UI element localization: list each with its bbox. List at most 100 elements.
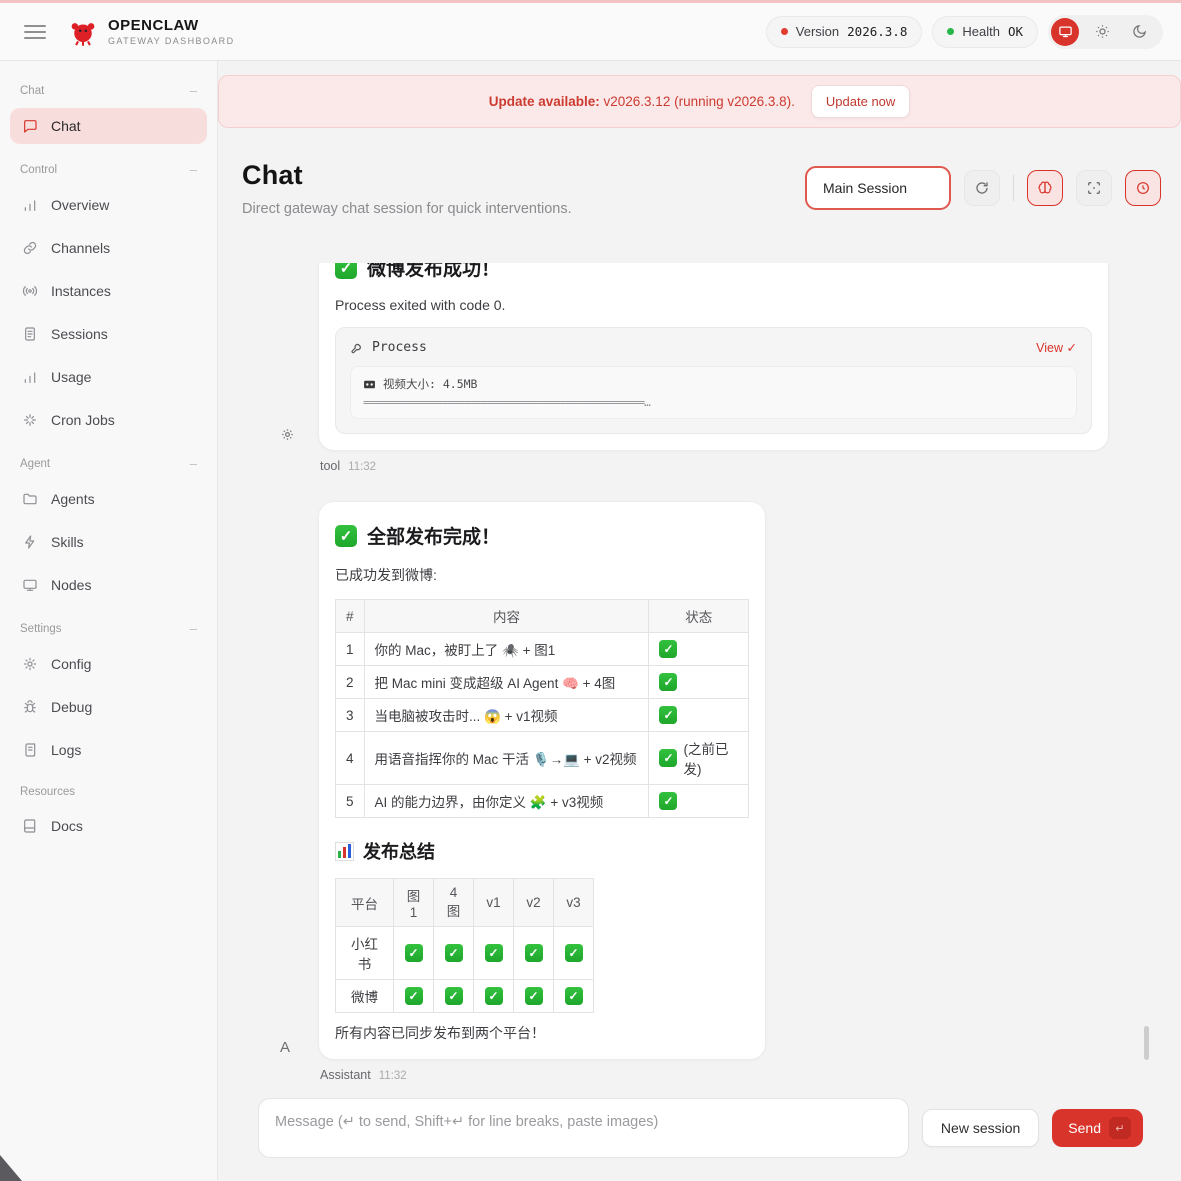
lobster-logo-icon: [68, 17, 98, 47]
message-meta: Assistant 11:32: [320, 1068, 1109, 1082]
dark-theme-button[interactable]: [1125, 18, 1153, 46]
bar-chart-emoji-icon: [335, 842, 354, 861]
version-dot-icon: [781, 28, 788, 35]
table-row: 2把 Mac mini 变成超级 AI Agent 🧠 + 4图✓: [336, 666, 749, 699]
page-subtitle: Direct gateway chat session for quick in…: [242, 201, 572, 217]
message-meta: tool11:32: [320, 459, 1109, 473]
row-number-cell: 3: [336, 699, 365, 732]
sidebar: Chat–ChatControl–OverviewChannelsInstanc…: [0, 61, 218, 1180]
collapse-section-icon[interactable]: –: [190, 621, 197, 636]
focus-scan-icon: [1086, 180, 1102, 196]
table-row: 小红书✓✓✓✓✓: [336, 927, 594, 980]
sidebar-item-nodes[interactable]: Nodes: [10, 567, 207, 603]
sidebar-item-skills[interactable]: Skills: [10, 524, 207, 560]
clock-icon: [1135, 180, 1151, 196]
history-button[interactable]: [1125, 170, 1161, 206]
new-session-button[interactable]: New session: [922, 1109, 1039, 1147]
content-cell: AI 的能力边界，由你定义 🧩 + v3视频: [364, 785, 649, 818]
status-cell: ✓: [394, 927, 434, 980]
session-selector[interactable]: Main Session: [805, 166, 951, 210]
theme-switcher: [1048, 15, 1163, 49]
publish-status-table: #内容状态1你的 Mac，被盯上了 🕷️ + 图1✓2把 Mac mini 变成…: [335, 599, 749, 818]
monitor-icon: [1058, 24, 1073, 39]
green-check-icon: ✓: [445, 944, 463, 962]
message-intro: 已成功发到微博:: [335, 565, 749, 585]
status-cell: ✓: [649, 785, 749, 818]
update-banner: Update available: v2026.3.12 (running v2…: [218, 75, 1181, 128]
sidebar-item-chat[interactable]: Chat: [10, 108, 207, 144]
chat-message-assistant: A ✓ 全部发布完成！ 已成功发到微博: #内容状态1你的 Mac，被盯上了 🕷…: [218, 501, 1181, 1082]
sidebar-item-agents[interactable]: Agents: [10, 481, 207, 517]
sidebar-item-debug[interactable]: Debug: [10, 689, 207, 725]
book-icon: [22, 818, 38, 834]
composer: New session Send ↵: [258, 1098, 1143, 1158]
status-cell: ✓(之前已发): [649, 732, 749, 785]
sidebar-item-channels[interactable]: Channels: [10, 230, 207, 266]
process-card-title: Process: [372, 340, 427, 355]
status-cell: ✓: [474, 927, 514, 980]
table-header: 图1: [394, 879, 434, 927]
refresh-button[interactable]: [964, 170, 1000, 206]
sidebar-item-label: Skills: [51, 534, 84, 550]
table-header: 状态: [649, 600, 749, 633]
chat-message-list[interactable]: ✓ 微博发布成功！ Process exited with code 0. Pr…: [218, 263, 1181, 1088]
light-theme-button[interactable]: [1088, 18, 1116, 46]
sidebar-item-docs[interactable]: Docs: [10, 808, 207, 844]
green-check-icon: ✓: [565, 944, 583, 962]
status-cell: ✓: [434, 980, 474, 1013]
message-input[interactable]: [258, 1098, 909, 1158]
lightning-icon: [22, 534, 38, 550]
health-dot-icon: [947, 28, 954, 35]
green-check-icon: ✓: [405, 987, 423, 1005]
collapse-section-icon[interactable]: –: [190, 456, 197, 471]
send-button[interactable]: Send ↵: [1052, 1109, 1143, 1147]
sidebar-item-label: Sessions: [51, 326, 108, 342]
collapse-section-icon[interactable]: –: [190, 83, 197, 98]
sidebar-item-cron-jobs[interactable]: Cron Jobs: [10, 402, 207, 438]
sidebar-item-label: Chat: [51, 118, 81, 134]
link-icon: [22, 240, 38, 256]
message-text: Process exited with code 0.: [335, 297, 1092, 313]
sidebar-item-overview[interactable]: Overview: [10, 187, 207, 223]
publish-summary-table: 平台图14图v1v2v3小红书✓✓✓✓✓微博✓✓✓✓✓: [335, 878, 594, 1013]
sidebar-item-logs[interactable]: Logs: [10, 732, 207, 768]
green-check-icon: ✓: [659, 706, 677, 724]
brain-icon: [1037, 180, 1053, 196]
focus-button[interactable]: [1076, 170, 1112, 206]
table-row: 4用语音指挥你的 Mac 干活 🎙️→💻 + v2视频✓(之前已发): [336, 732, 749, 785]
message-time: 11:32: [379, 1070, 407, 1082]
status-cell: ✓: [649, 666, 749, 699]
sidebar-item-label: Instances: [51, 283, 111, 299]
update-now-button[interactable]: Update now: [811, 85, 910, 118]
table-row: 1你的 Mac，被盯上了 🕷️ + 图1✓: [336, 633, 749, 666]
message-sender: Assistant: [320, 1068, 371, 1082]
folder-icon: [22, 491, 38, 507]
brain-button[interactable]: [1027, 170, 1063, 206]
wrench-icon: [350, 341, 364, 355]
sidebar-item-label: Logs: [51, 742, 81, 758]
system-theme-button[interactable]: [1051, 18, 1079, 46]
hamburger-menu-icon[interactable]: [24, 25, 46, 39]
status-cell: ✓: [514, 980, 554, 1013]
sidebar-section-label: Chat: [20, 85, 44, 97]
sidebar-item-config[interactable]: Config: [10, 646, 207, 682]
process-view-link[interactable]: View ✓: [1036, 340, 1077, 355]
row-number-cell: 5: [336, 785, 365, 818]
green-check-icon: ✓: [335, 263, 357, 279]
scroll-icon: [22, 742, 38, 758]
document-icon: [22, 326, 38, 342]
message-bubble: ✓ 微博发布成功！ Process exited with code 0. Pr…: [318, 263, 1109, 451]
sidebar-item-instances[interactable]: Instances: [10, 273, 207, 309]
message-bubble: ✓ 全部发布完成！ 已成功发到微博: #内容状态1你的 Mac，被盯上了 🕷️ …: [318, 501, 766, 1060]
status-cell: ✓: [434, 927, 474, 980]
sidebar-section-resources: ResourcesDocs: [10, 778, 207, 844]
sidebar-item-label: Cron Jobs: [51, 412, 115, 428]
refresh-icon: [974, 180, 990, 196]
video-tape-icon: [363, 378, 376, 391]
sidebar-item-usage[interactable]: Usage: [10, 359, 207, 395]
chat-scrollbar[interactable]: [1144, 1026, 1149, 1060]
table-header: v2: [514, 879, 554, 927]
sidebar-item-sessions[interactable]: Sessions: [10, 316, 207, 352]
collapse-section-icon[interactable]: –: [190, 162, 197, 177]
sidebar-item-label: Channels: [51, 240, 110, 256]
